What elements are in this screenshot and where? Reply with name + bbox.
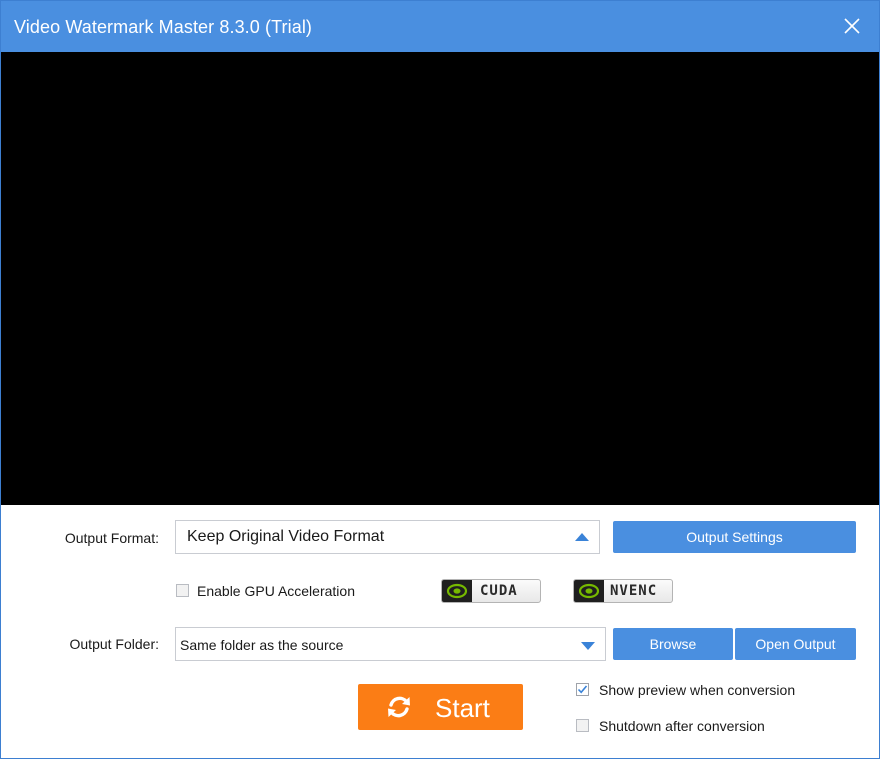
shutdown-label: Shutdown after conversion [599, 718, 765, 734]
output-format-label: Output Format: [64, 530, 159, 546]
window-title: Video Watermark Master 8.3.0 (Trial) [14, 17, 313, 37]
nvidia-logo-icon [442, 580, 472, 602]
close-button[interactable] [839, 13, 865, 39]
output-settings-button[interactable]: Output Settings [613, 521, 856, 553]
output-folder-dropdown[interactable]: Same folder as the source [175, 627, 606, 661]
nvidia-logo-icon [574, 580, 604, 602]
title-bar: Video Watermark Master 8.3.0 (Trial) [1, 1, 879, 52]
show-preview-checkbox[interactable] [576, 683, 589, 696]
app-window: Video Watermark Master 8.3.0 (Trial) Out… [0, 0, 880, 759]
nvenc-badge: NVENC [573, 579, 673, 603]
chevron-up-icon [575, 533, 589, 541]
output-format-dropdown[interactable]: Keep Original Video Format [175, 520, 600, 554]
cuda-badge: CUDA [441, 579, 541, 603]
video-preview [1, 52, 879, 505]
browse-button[interactable]: Browse [613, 628, 733, 660]
output-folder-label: Output Folder: [69, 636, 160, 652]
output-format-value: Keep Original Video Format [187, 528, 385, 545]
close-icon [844, 18, 860, 34]
gpu-acceleration-label: Enable GPU Acceleration [197, 583, 355, 599]
open-output-button[interactable]: Open Output [735, 628, 856, 660]
start-button[interactable]: Start [358, 684, 523, 730]
output-folder-value: Same folder as the source [180, 637, 344, 653]
gpu-acceleration-checkbox[interactable] [176, 584, 189, 597]
chevron-down-icon [581, 642, 595, 650]
nvenc-badge-text: NVENC [610, 583, 658, 599]
cuda-badge-text: CUDA [480, 583, 518, 599]
refresh-icon [388, 696, 410, 718]
checkmark-icon [577, 685, 588, 694]
shutdown-checkbox[interactable] [576, 719, 589, 732]
show-preview-label: Show preview when conversion [599, 682, 796, 698]
start-button-label: Start [435, 693, 490, 723]
